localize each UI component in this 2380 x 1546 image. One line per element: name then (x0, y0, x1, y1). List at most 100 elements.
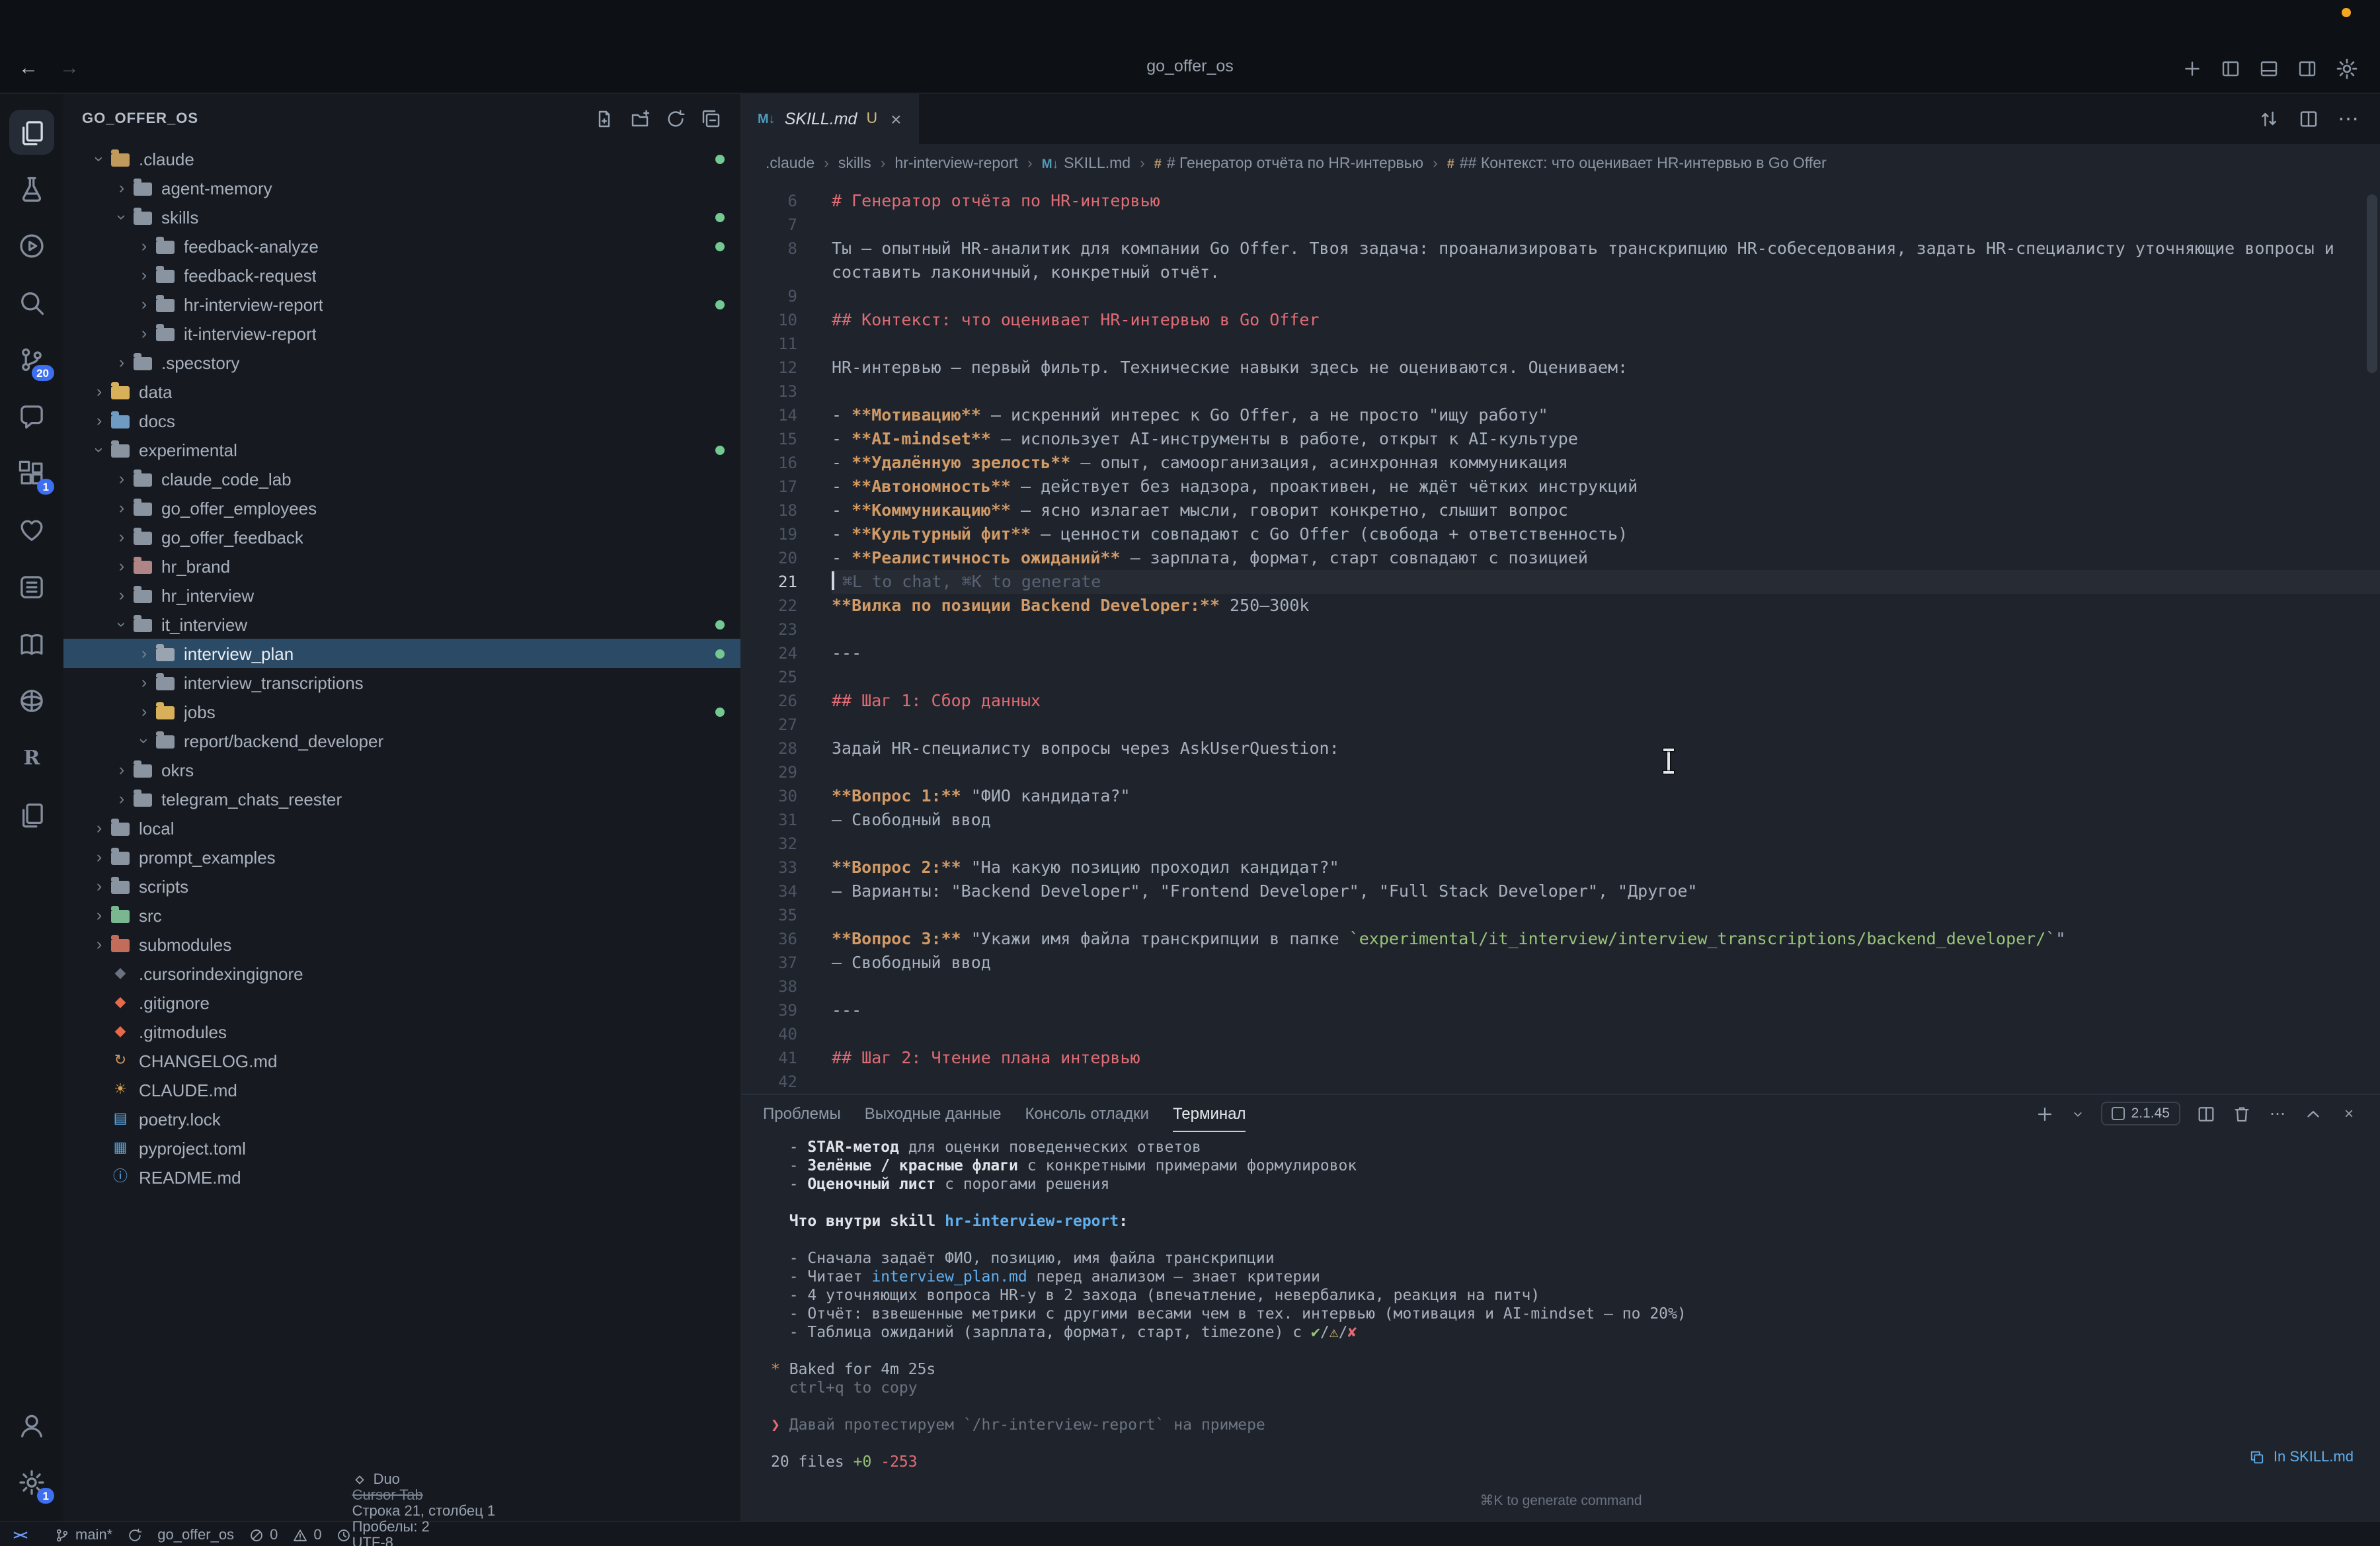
breadcrumb-item[interactable]: hr-interview-report (894, 156, 1018, 172)
status-indentation[interactable]: Пробелы: 2 (352, 1520, 496, 1535)
tree-item[interactable]: › interview_plan (63, 639, 740, 668)
status-workspace-name[interactable]: go_offer_os (157, 1527, 234, 1543)
breadcrumb-item[interactable]: # # Генератор отчёта по HR-интервью (1154, 156, 1423, 172)
split-editor-icon[interactable] (2298, 108, 2319, 130)
activity-item-docs[interactable] (9, 622, 54, 667)
tree-item[interactable]: › go_offer_feedback (63, 522, 740, 551)
panel-tab-Терминал[interactable]: Терминал (1172, 1095, 1246, 1132)
activity-item-notebooks[interactable] (9, 792, 54, 837)
tree-item[interactable]: › .claude (63, 144, 740, 173)
settings-gear-icon[interactable] (2335, 57, 2359, 81)
more-actions-icon[interactable]: ⋯ (2338, 108, 2359, 131)
status-errors[interactable]: 0 (249, 1527, 278, 1543)
refresh-explorer-icon[interactable] (665, 108, 686, 130)
status-warnings[interactable]: 0 (292, 1527, 322, 1543)
tree-item[interactable]: ◆ .gitmodules (63, 1017, 740, 1046)
toggle-primary-sidebar-icon[interactable] (2220, 58, 2241, 79)
tree-item[interactable]: › report/backend_developer (63, 726, 740, 755)
activity-item-web[interactable] (9, 678, 54, 723)
tree-item[interactable]: › hr_brand (63, 551, 740, 581)
add-icon[interactable] (2182, 58, 2203, 79)
activity-item-settings[interactable]: 1 (9, 1460, 54, 1505)
panel-tab-Выходные данные[interactable]: Выходные данные (865, 1095, 1002, 1132)
tree-item[interactable]: › docs (63, 406, 740, 435)
status-remote-indicator[interactable]: >< (0, 1522, 40, 1546)
breadcrumb-item[interactable]: # ## Контекст: что оценивает HR-интервью … (1447, 156, 1827, 172)
tree-item[interactable]: › src (63, 901, 740, 930)
status-git-branch[interactable]: main* (54, 1527, 112, 1543)
panel-tab-Консоль отладки[interactable]: Консоль отладки (1025, 1095, 1149, 1132)
tree-item[interactable]: › .specstory (63, 348, 740, 377)
kill-terminal-icon[interactable] (2232, 1104, 2252, 1123)
status-cursor-position[interactable]: Строка 21, столбец 1 (352, 1504, 496, 1520)
tree-item[interactable]: › scripts (63, 872, 740, 901)
activity-item-tasks[interactable] (9, 565, 54, 610)
new-terminal-icon[interactable] (2035, 1104, 2055, 1123)
tree-item[interactable]: › go_offer_employees (63, 493, 740, 522)
editor-scrollbar[interactable] (2364, 184, 2380, 1094)
status-cursor-tab[interactable]: Cursor Tab (352, 1488, 496, 1504)
activity-item-extensions[interactable]: 1 (9, 451, 54, 496)
activity-item-accounts[interactable] (9, 1403, 54, 1448)
tree-item[interactable]: › agent-memory (63, 173, 740, 202)
panel-tab-Проблемы[interactable]: Проблемы (763, 1095, 841, 1132)
activity-item-testing[interactable] (9, 167, 54, 212)
activity-item-explorer[interactable] (9, 110, 54, 155)
tree-item[interactable]: › it-interview-report (63, 319, 740, 348)
tree-item[interactable]: ◆ .gitignore (63, 988, 740, 1017)
tree-item[interactable]: › hr-interview-report (63, 290, 740, 319)
new-file-icon[interactable] (594, 108, 615, 130)
activity-item-run-debug[interactable] (9, 224, 54, 268)
terminal-profile-caret-icon[interactable] (2071, 1106, 2085, 1121)
tree-item[interactable]: › telegram_chats_reester (63, 784, 740, 813)
tree-item[interactable]: › claude_code_lab (63, 464, 740, 493)
tree-item[interactable]: › local (63, 813, 740, 842)
new-folder-icon[interactable] (629, 108, 651, 130)
split-terminal-icon[interactable] (2196, 1104, 2216, 1123)
tree-item[interactable]: ◆ .cursorindexingignore (63, 959, 740, 988)
status-sync-changes[interactable] (127, 1527, 143, 1543)
tree-item[interactable]: › hr_interview (63, 581, 740, 610)
tree-item[interactable]: › data (63, 377, 740, 406)
tree-item[interactable]: › feedback-analyze (63, 231, 740, 261)
close-panel-icon[interactable]: × (2339, 1104, 2359, 1123)
open-changes-icon[interactable] (2258, 108, 2280, 130)
panel-more-icon[interactable]: ⋯ (2268, 1104, 2287, 1123)
tree-item[interactable]: ↻ CHANGELOG.md (63, 1046, 740, 1075)
activity-item-search[interactable] (9, 280, 54, 325)
activity-item-health[interactable] (9, 508, 54, 553)
tree-item[interactable]: › okrs (63, 755, 740, 784)
activity-item-chat[interactable] (9, 394, 54, 439)
tree-item[interactable]: ⓘ README.md (63, 1162, 740, 1192)
editor[interactable]: 6 7 8 9 10 11 12 13 14 15 16 17 18 19 20 21 22 23 24 25 26 27… (742, 184, 2380, 1094)
activity-item-source-control[interactable]: 20 (9, 337, 54, 382)
terminal[interactable]: - STAR-метод для оценки поведенческих от… (742, 1132, 2380, 1521)
toggle-secondary-sidebar-icon[interactable] (2297, 58, 2318, 79)
tree-item[interactable]: › interview_transcriptions (63, 668, 740, 697)
terminal-version-chip[interactable]: 2.1.45 (2100, 1102, 2180, 1125)
collapse-folders-icon[interactable] (701, 108, 722, 130)
terminal-context-pill[interactable]: In SKILL.md (2250, 1449, 2354, 1465)
tree-item[interactable]: › prompt_examples (63, 842, 740, 872)
tree-item[interactable]: › experimental (63, 435, 740, 464)
status-encoding[interactable]: UTF-8 (352, 1535, 496, 1546)
tree-item[interactable]: › it_interview (63, 610, 740, 639)
tree-item[interactable]: › skills (63, 202, 740, 231)
breadcrumb-item[interactable]: skills (838, 156, 871, 172)
status-duo[interactable]: Duo (352, 1472, 496, 1488)
activity-item-r-tools[interactable]: R (9, 735, 54, 780)
toggle-panel-icon[interactable] (2258, 58, 2280, 79)
tree-item[interactable]: ☀ CLAUDE.md (63, 1075, 740, 1104)
tree-item[interactable]: ▤ poetry.lock (63, 1104, 740, 1133)
tree-item[interactable]: › jobs (63, 697, 740, 726)
tree-item[interactable]: › feedback-request (63, 261, 740, 290)
tab-skill-md[interactable]: M↓ SKILL.md U × (742, 94, 919, 144)
close-tab-icon[interactable]: × (891, 108, 901, 130)
tree-item[interactable]: › submodules (63, 930, 740, 959)
breadcrumb-item[interactable]: .claude (766, 156, 814, 172)
breadcrumb-item[interactable]: M↓ SKILL.md (1042, 156, 1130, 172)
scrollbar-thumb[interactable] (2367, 194, 2377, 373)
maximize-panel-icon[interactable] (2303, 1104, 2323, 1123)
status-timeline[interactable] (337, 1527, 352, 1543)
tree-item[interactable]: ▦ pyproject.toml (63, 1133, 740, 1162)
